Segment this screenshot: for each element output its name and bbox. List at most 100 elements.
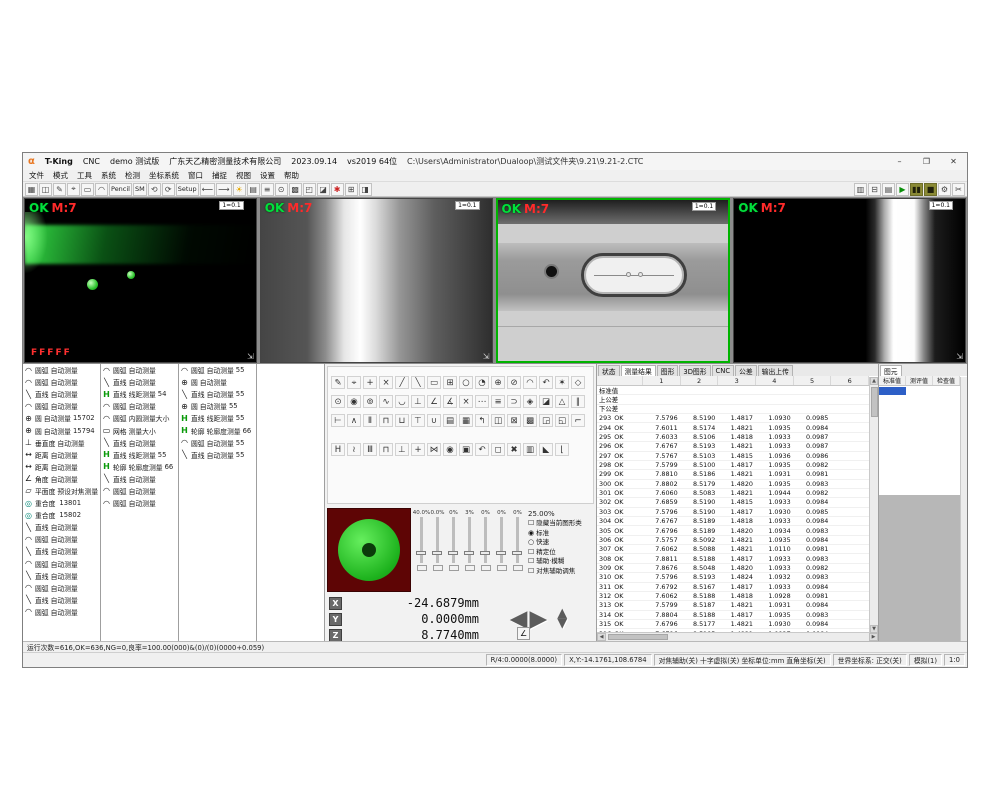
measure-list-item[interactable]: ◠ 圆弧 自动测量 (23, 606, 100, 618)
menu-item[interactable]: 设置 (260, 170, 275, 181)
palette-tool-icon[interactable]: ⌖ (347, 376, 361, 389)
palette-tool-icon[interactable]: ▣ (459, 443, 473, 456)
windows-icon[interactable]: ◰ (303, 183, 316, 196)
palette-tool-icon[interactable]: ∥ (571, 395, 585, 408)
scroll-down-icon[interactable]: ▼ (870, 625, 878, 633)
palette-tool-icon[interactable]: ◲ (539, 414, 553, 427)
measure-list-item[interactable]: ⊕ 圆 自动测量 (179, 376, 256, 388)
axis-icon[interactable]: Y (329, 613, 342, 626)
column-header[interactable]: 6 (831, 376, 869, 385)
table-row[interactable]: 295 OK 7.6033 8.5106 1.4818 1.0933 0.098… (597, 433, 869, 442)
sm-button[interactable]: SM (133, 183, 147, 196)
measure-list-item[interactable]: H 直线 线距测量 54 (101, 388, 178, 400)
measure-list-item[interactable]: ◠ 圆弧 自动测量 (23, 376, 100, 388)
scrollbar-thumb[interactable] (871, 387, 878, 417)
table-tab[interactable]: 3D图形 (679, 365, 710, 376)
column-header[interactable] (597, 376, 643, 385)
menu-item[interactable]: 坐标系统 (149, 170, 179, 181)
menu-item[interactable]: 模式 (53, 170, 68, 181)
move-right-icon[interactable]: ⟶ (216, 183, 231, 196)
undo-icon[interactable]: ⟲ (148, 183, 161, 196)
scrollbar-thumb[interactable] (608, 634, 668, 640)
menu-item[interactable]: 窗口 (188, 170, 203, 181)
slider-thumb[interactable] (432, 551, 442, 555)
palette-tool-icon[interactable]: ⊙ (331, 395, 345, 408)
column-header[interactable]: 5 (794, 376, 832, 385)
scroll-up-icon[interactable]: ▲ (870, 377, 878, 385)
slider-thumb[interactable] (448, 551, 458, 555)
slider-thumb[interactable] (496, 551, 506, 555)
table-tab[interactable]: 测量结果 (621, 365, 656, 376)
joystick-pad[interactable] (327, 508, 411, 592)
palette-tool-icon[interactable]: ∿ (379, 395, 393, 408)
camera-view-3-selected[interactable]: OK M:7 1=0.1 ⇲ (496, 198, 731, 363)
palette-tool-icon[interactable]: ◡ (395, 395, 409, 408)
palette-tool-icon[interactable]: Ⅱ (363, 414, 377, 427)
palette-tool-icon[interactable]: ⋯ (475, 395, 489, 408)
measure-list-item[interactable]: ⊥ 垂直度 自动测量 (23, 437, 100, 449)
palette-tool-icon[interactable]: ∪ (427, 414, 441, 427)
rows-icon[interactable]: ▤ (247, 183, 260, 196)
table-tab[interactable]: 状态 (598, 365, 620, 376)
table-row[interactable]: 294 OK 7.6011 8.5174 1.4821 1.0935 0.098… (597, 423, 869, 432)
measure-list-item[interactable]: ╲ 直线 自动测量 (101, 376, 178, 388)
selected-element-row[interactable] (879, 387, 906, 395)
jog-y-control[interactable]: ▲ ▼ (557, 609, 567, 629)
table-row[interactable]: 313 OK 7.5799 8.5187 1.4821 1.0931 0.098… (597, 601, 869, 610)
axis-icon[interactable]: Z (329, 629, 342, 642)
menu-item[interactable]: 捕捉 (212, 170, 227, 181)
cut-icon[interactable]: ✂ (952, 183, 965, 196)
palette-tool-icon[interactable]: ○ (459, 376, 473, 389)
palette-tool-icon[interactable]: ✶ (555, 376, 569, 389)
menu-item[interactable]: 系统 (101, 170, 116, 181)
palette-tool-icon[interactable]: ◪ (539, 395, 553, 408)
palette-tool-icon[interactable]: ≡ (491, 395, 505, 408)
table-row[interactable]: 298 OK 7.5799 8.5100 1.4817 1.0935 0.098… (597, 461, 869, 470)
scroll-right-icon[interactable]: ▶ (869, 633, 878, 641)
palette-tool-icon[interactable]: ⌊ (555, 443, 569, 456)
zoom-icon[interactable]: ⊙ (275, 183, 288, 196)
measure-list-item[interactable]: ⊕ 圆 自动测量 15702 (23, 412, 100, 424)
palette-tool-icon[interactable]: ◉ (347, 395, 361, 408)
palette-tool-icon[interactable]: × (379, 376, 393, 389)
minimize-button[interactable]: – (891, 155, 908, 168)
table-tab[interactable]: CNC (712, 365, 735, 376)
jog-left-icon[interactable]: ◀ (510, 609, 528, 629)
grid-add-icon[interactable]: ⊞ (345, 183, 358, 196)
measure-list-item[interactable]: ◠ 圆弧 自动测量 (23, 558, 100, 570)
measure-list-item[interactable]: ◠ 圆弧 自动测量 (101, 485, 178, 497)
palette-tool-icon[interactable]: ↶ (475, 443, 489, 456)
table-vertical-scrollbar[interactable]: ▲ ▼ (869, 377, 878, 633)
jog-x-control[interactable]: ◀ ▶ (510, 609, 547, 629)
slider-thumb[interactable] (464, 551, 474, 555)
jog-down-icon[interactable]: ▼ (557, 619, 567, 629)
palette-tool-icon[interactable]: ⊔ (395, 414, 409, 427)
table-horizontal-scrollbar[interactable]: ◀ ▶ (597, 632, 878, 641)
table-tab[interactable]: 公差 (735, 365, 757, 376)
palette-tool-icon[interactable]: ↰ (475, 414, 489, 427)
slider-spinner[interactable] (465, 565, 475, 571)
option-toggle[interactable]: ☐ 隐藏当前图形类 (528, 519, 594, 529)
measure-list-item[interactable]: ╲ 直线 自动测量 (23, 521, 100, 533)
table-row[interactable]: 307 OK 7.6062 8.5088 1.4821 1.0110 0.098… (597, 545, 869, 554)
resize-handle-icon[interactable]: ⇲ (720, 351, 727, 360)
table-row[interactable]: 301 OK 7.6060 8.5083 1.4821 1.0944 0.098… (597, 489, 869, 498)
light-slider[interactable]: 40.0% (415, 510, 428, 571)
measure-list-item[interactable]: ╲ 直线 自动测量 (23, 545, 100, 557)
palette-tool-icon[interactable]: ✎ (331, 376, 345, 389)
resize-handle-icon[interactable]: ⇲ (956, 352, 963, 361)
measure-list-item[interactable]: ∠ 角度 自动测量 (23, 473, 100, 485)
list-icon[interactable]: ≡ (261, 183, 274, 196)
palette-tool-icon[interactable]: ◔ (475, 376, 489, 389)
element-panel-scrollbar[interactable] (960, 377, 967, 641)
table-row[interactable]: 306 OK 7.5757 8.5092 1.4821 1.0935 0.098… (597, 536, 869, 545)
table-row[interactable]: 311 OK 7.6792 8.5167 1.4817 1.0933 0.098… (597, 583, 869, 592)
palette-tool-icon[interactable]: ⊓ (379, 414, 393, 427)
measure-list-item[interactable]: ◠ 圆弧 自动测量 (23, 400, 100, 412)
table-row[interactable]: 299 OK 7.8810 8.5186 1.4821 1.0931 0.098… (597, 470, 869, 479)
shade-icon[interactable]: ◪ (317, 183, 330, 196)
palette-tool-icon[interactable]: ∠ (427, 395, 441, 408)
table-row[interactable]: 297 OK 7.5767 8.5103 1.4815 1.0936 0.098… (597, 452, 869, 461)
palette-tool-icon[interactable]: ∧ (347, 414, 361, 427)
camera-view-2[interactable]: OK M:7 1=0.1 ⇲ (260, 198, 493, 363)
